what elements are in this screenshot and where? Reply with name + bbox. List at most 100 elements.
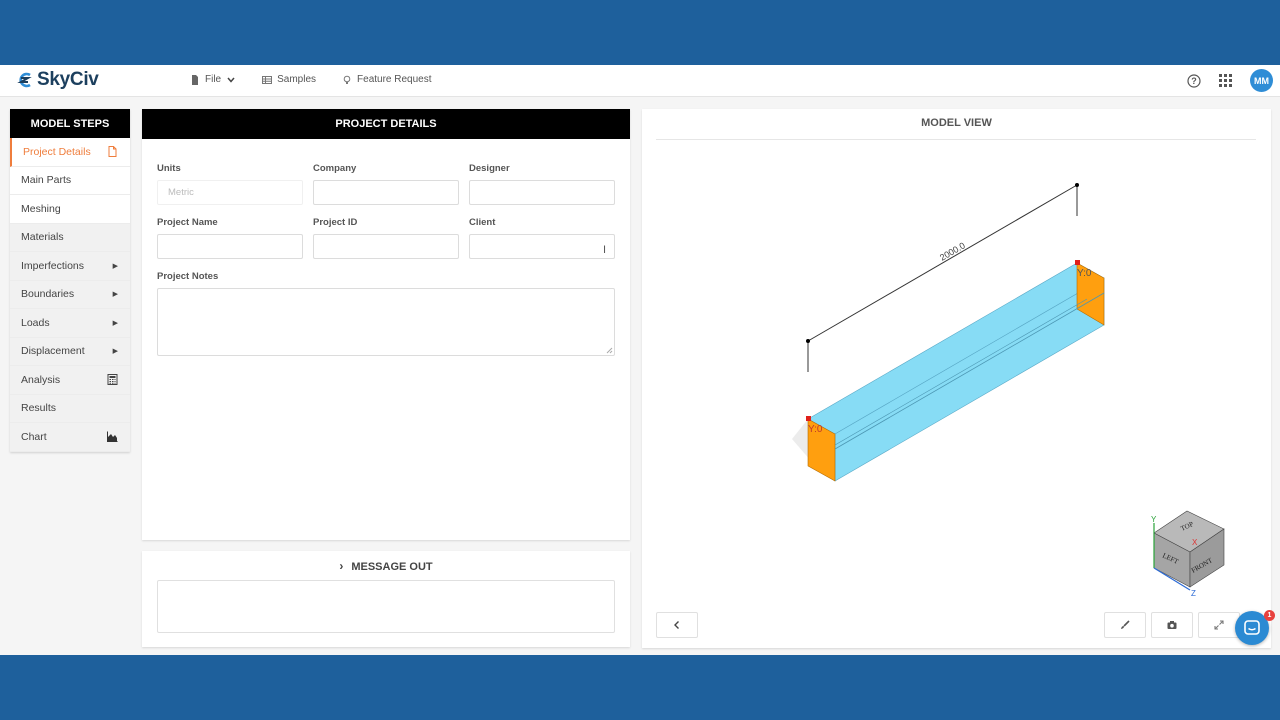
- caret-right-icon: ▶: [112, 291, 118, 299]
- step-label: Project Details: [23, 145, 91, 158]
- dimension-point-end: [1075, 183, 1079, 187]
- step-meshing[interactable]: Meshing: [10, 195, 130, 224]
- model-view-panel: MODEL VIEW 2000.0 Y:0 Y:0 TOP LEFT FRONT…: [642, 109, 1271, 648]
- top-bar: SkyCiv File Samples Feature Request ? MM: [0, 65, 1280, 97]
- dimension-point-start: [806, 339, 810, 343]
- document-icon: [108, 146, 117, 158]
- step-label: Boundaries: [21, 288, 75, 301]
- svg-text:?: ?: [1191, 76, 1197, 86]
- beam-flange-line: [834, 292, 1105, 450]
- model-canvas[interactable]: 2000.0 Y:0 Y:0 TOP LEFT FRONT Y X Z: [642, 109, 1271, 648]
- top-right-actions: ? MM: [1187, 69, 1273, 92]
- skyciv-logo[interactable]: SkyCiv: [17, 69, 99, 91]
- step-label: Loads: [21, 316, 50, 329]
- file-menu[interactable]: File: [190, 74, 236, 85]
- project-id-label: Project ID: [313, 217, 358, 228]
- step-main-parts[interactable]: Main Parts: [10, 166, 130, 195]
- y-axis-label: Y: [1151, 515, 1157, 524]
- resize-handle-icon[interactable]: [606, 347, 613, 354]
- z-axis-label: Z: [1191, 589, 1196, 598]
- message-output-box: [157, 580, 615, 633]
- step-label: Imperfections: [21, 259, 85, 272]
- step-label: Displacement: [21, 345, 85, 358]
- chevron-down-icon: [227, 77, 235, 83]
- beam-web-line: [834, 298, 1088, 446]
- caret-right-icon: ▶: [112, 262, 118, 270]
- help-icon[interactable]: ?: [1187, 73, 1201, 88]
- step-project-details[interactable]: Project Details: [10, 138, 130, 167]
- skyciv-logo-icon: [17, 72, 32, 88]
- project-name-field[interactable]: [157, 234, 303, 259]
- expand-icon: [1214, 620, 1224, 630]
- support-label-start: Y:0: [808, 424, 823, 435]
- message-out-title: MESSAGE OUT: [351, 561, 433, 573]
- step-results[interactable]: Results: [10, 394, 130, 423]
- project-details-panel: PROJECT DETAILS Units Metric Company Des…: [142, 109, 630, 540]
- x-axis-label: X: [1192, 538, 1198, 547]
- samples-label: Samples: [277, 74, 317, 85]
- support-label-end: Y:0: [1077, 268, 1092, 279]
- step-label: Chart: [21, 430, 47, 443]
- step-chart[interactable]: Chart: [10, 423, 130, 452]
- view-cube[interactable]: TOP LEFT FRONT Y X Z: [1151, 510, 1225, 598]
- main-nav: File Samples Feature Request: [190, 74, 432, 85]
- chat-icon: [1244, 620, 1260, 635]
- step-materials[interactable]: Materials: [10, 223, 130, 252]
- step-label: Analysis: [21, 373, 61, 386]
- support-node-start[interactable]: [806, 416, 811, 421]
- project-id-field[interactable]: [313, 234, 459, 259]
- model-steps-title: MODEL STEPS: [10, 109, 130, 138]
- screenshot-button[interactable]: [1151, 612, 1193, 638]
- designer-label: Designer: [469, 163, 510, 174]
- logo-text: SkyCiv: [37, 69, 99, 90]
- designer-field[interactable]: [469, 180, 615, 205]
- step-label: Main Parts: [21, 174, 72, 187]
- file-icon: [192, 74, 198, 85]
- client-field[interactable]: [469, 234, 615, 259]
- app-window: SkyCiv File Samples Feature Request ? MM…: [0, 65, 1280, 655]
- caret-right-icon: ▶: [112, 319, 118, 327]
- model-steps-sidebar: MODEL STEPS Project Details Main Parts M…: [10, 109, 130, 452]
- company-field[interactable]: [313, 180, 459, 205]
- beam-front-face: [834, 277, 1105, 482]
- calculator-icon: [107, 374, 118, 386]
- step-boundaries[interactable]: Boundaries ▶: [10, 280, 130, 309]
- camera-icon: [1167, 621, 1177, 629]
- file-menu-label: File: [205, 74, 222, 85]
- step-label: Meshing: [21, 202, 61, 215]
- feature-request-link[interactable]: Feature Request: [342, 74, 432, 85]
- chevron-right-icon: ›: [339, 559, 344, 573]
- message-out-panel: › MESSAGE OUT: [142, 551, 630, 647]
- fullscreen-button[interactable]: [1198, 612, 1240, 638]
- project-notes-textarea[interactable]: [157, 288, 615, 356]
- step-imperfections[interactable]: Imperfections ▶: [10, 252, 130, 281]
- lightbulb-icon: [343, 75, 351, 84]
- step-analysis[interactable]: Analysis: [10, 366, 130, 395]
- project-name-label: Project Name: [157, 217, 218, 228]
- samples-link[interactable]: Samples: [262, 74, 316, 85]
- area-chart-icon: [107, 431, 118, 443]
- message-out-toggle[interactable]: › MESSAGE OUT: [142, 559, 630, 573]
- step-label: Materials: [21, 231, 64, 244]
- step-loads[interactable]: Loads ▶: [10, 309, 130, 338]
- feature-request-label: Feature Request: [357, 74, 432, 85]
- table-icon: [262, 75, 273, 84]
- paint-brush-icon: [1121, 620, 1130, 629]
- step-displacement[interactable]: Displacement ▶: [10, 337, 130, 366]
- caret-right-icon: ▶: [112, 348, 118, 356]
- units-select[interactable]: Metric: [157, 180, 303, 205]
- apps-grid-icon[interactable]: [1219, 74, 1232, 87]
- company-label: Company: [313, 163, 357, 174]
- client-label: Client: [469, 217, 496, 228]
- text-cursor-icon: I: [603, 244, 607, 256]
- project-details-title: PROJECT DETAILS: [142, 109, 630, 139]
- project-notes-label: Project Notes: [157, 271, 219, 282]
- chat-notification-badge: 1: [1264, 610, 1275, 621]
- units-label: Units: [157, 163, 181, 174]
- user-avatar[interactable]: MM: [1250, 69, 1273, 92]
- previous-button[interactable]: [656, 612, 698, 638]
- support-node-end[interactable]: [1075, 260, 1080, 265]
- paint-button[interactable]: [1104, 612, 1146, 638]
- chevron-left-icon: [674, 621, 679, 629]
- step-label: Results: [21, 402, 57, 415]
